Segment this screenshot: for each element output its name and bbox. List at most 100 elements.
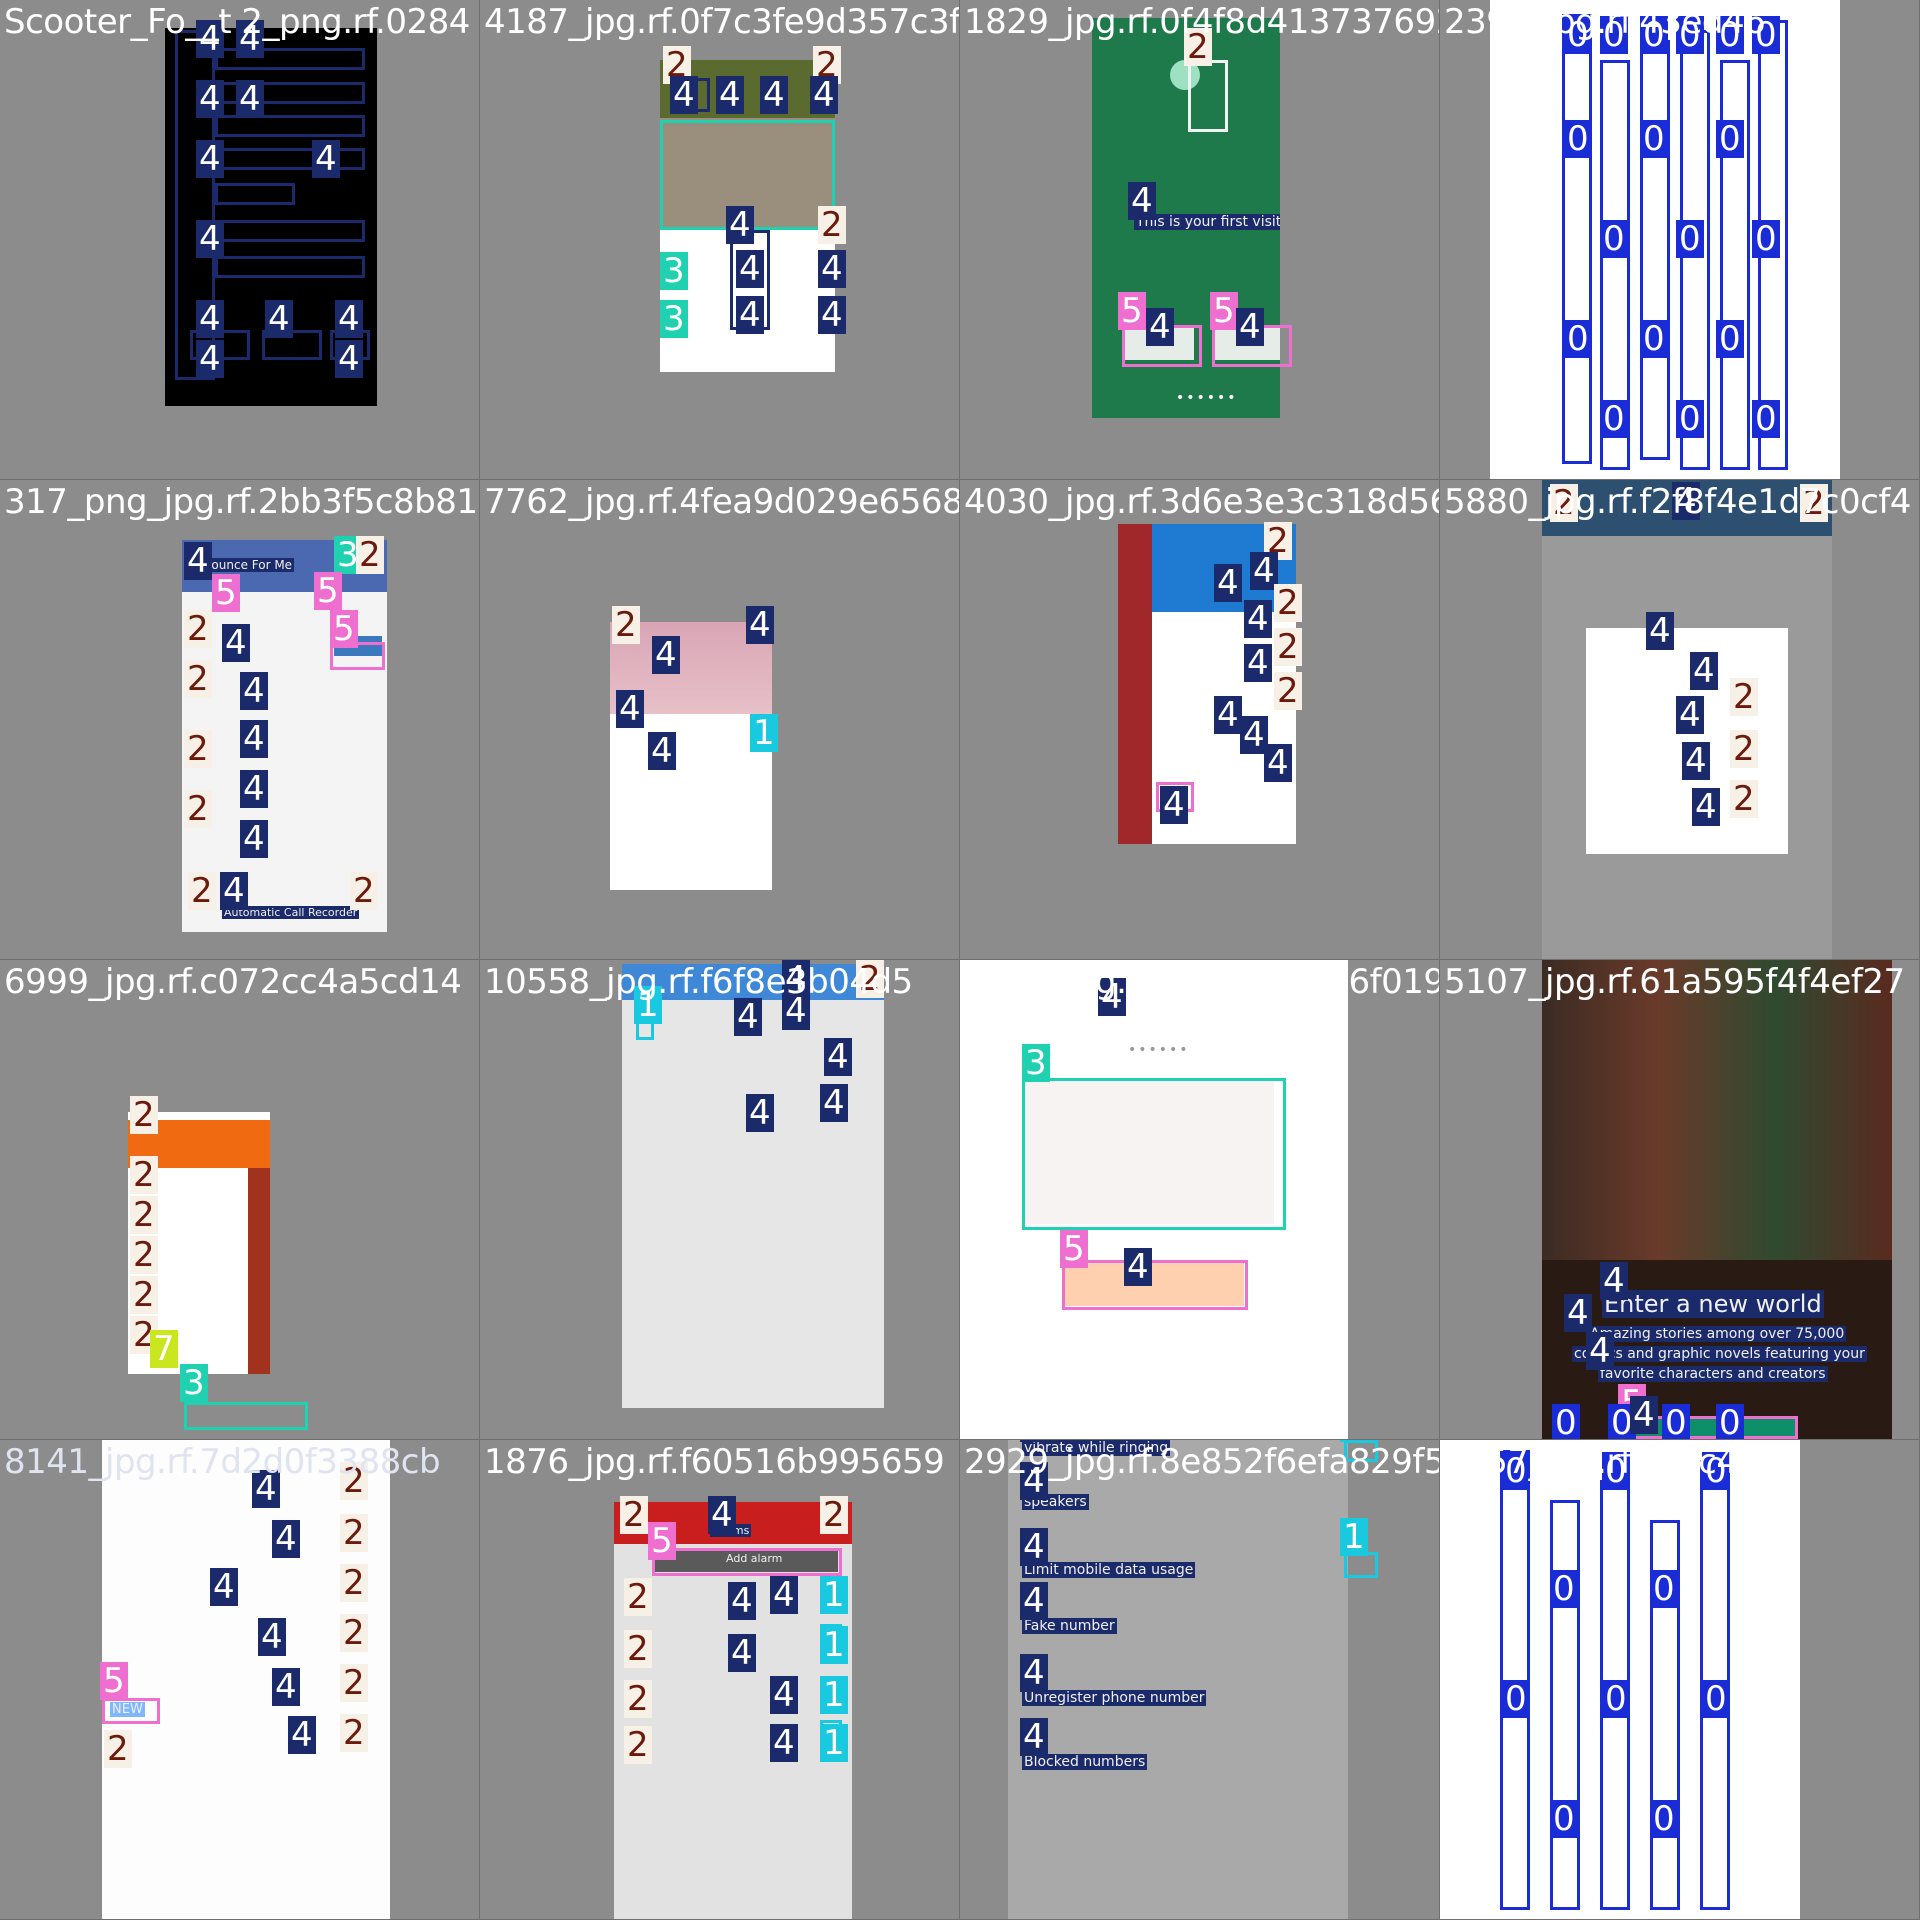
class-label-4: 4 — [1264, 744, 1292, 782]
class-label-3: 3 — [1022, 1044, 1050, 1082]
class-label-4: 4 — [818, 296, 846, 334]
class-label-4: 4 — [670, 76, 698, 114]
class-label-4: 4 — [222, 624, 250, 662]
class-label-4: 4 — [1600, 1262, 1628, 1300]
class-label-4: 4 — [1214, 564, 1242, 602]
class-label-4: 4 — [272, 1668, 300, 1706]
detection-box — [652, 1548, 842, 1576]
class-label-0: 0 — [1600, 220, 1628, 258]
detection-box — [215, 115, 365, 137]
class-label-2: 2 — [1730, 730, 1758, 768]
tile-filename: 8357_jpg.rf.aecc4 — [1444, 1442, 1738, 1482]
screenshot — [610, 622, 772, 890]
class-label-2: 2 — [184, 790, 212, 828]
class-label-5: 5 — [1210, 292, 1238, 330]
tile-filename: 5880_jpg.rf.f2f8f4e1d7c0cf4 — [1444, 482, 1911, 522]
class-label-2: 2 — [1730, 678, 1758, 716]
class-label-4: 4 — [760, 76, 788, 114]
left-cards — [1118, 524, 1152, 844]
class-label-4: 4 — [1244, 644, 1272, 682]
class-label-4: 4 — [652, 636, 680, 674]
class-label-0: 0 — [1716, 320, 1744, 358]
class-label-4: 4 — [258, 1618, 286, 1656]
class-label-0: 0 — [1650, 1570, 1678, 1608]
class-label-4: 4 — [1692, 788, 1720, 826]
class-label-2: 2 — [184, 610, 212, 648]
tile-filename: 2394_jpg.rf.43ed46 — [1444, 2, 1766, 42]
class-label-4: 4 — [716, 76, 744, 114]
class-label-0: 0 — [1564, 320, 1592, 358]
mosaic-tile-3: 1829_jpg.rf.0f4f8d4137376927c2 This is y… — [960, 0, 1439, 479]
class-label-4: 4 — [210, 1568, 238, 1606]
detection-box — [1188, 60, 1228, 132]
mosaic-tile-4: 2394_jpg.rf.43ed46 0 0 0 0 0 0 0 0 0 0 0… — [1440, 0, 1919, 479]
right-photos — [248, 1168, 270, 1374]
class-label-4: 4 — [824, 1038, 852, 1076]
class-label-4: 4 — [770, 1576, 798, 1614]
class-label-4: 4 — [240, 672, 268, 710]
class-label-4: 4 — [1676, 696, 1704, 734]
class-label-0: 0 — [1676, 400, 1704, 438]
class-label-4: 4 — [648, 732, 676, 770]
headline: Enter a new world — [1602, 1290, 1824, 1318]
detection-box — [1062, 1260, 1248, 1310]
class-label-2: 2 — [188, 872, 216, 910]
mosaic-tile-16: 8357_jpg.rf.aecc4 0 0 0 0 0 0 0 0 0 0 — [1440, 1440, 1919, 1919]
class-label-0: 0 — [1640, 120, 1668, 158]
class-label-2: 2 — [1274, 628, 1302, 666]
screenshot — [1008, 1440, 1348, 1919]
class-label-2: 2 — [104, 1730, 132, 1768]
class-label-2: 2 — [130, 1156, 158, 1194]
class-label-4: 4 — [1244, 600, 1272, 638]
class-label-4: 4 — [616, 690, 644, 728]
tile-filename: 7582_jpg.rf.d1925bba36f019 — [964, 962, 1439, 1002]
class-label-2: 2 — [350, 872, 378, 910]
detection-box — [1562, 14, 1592, 464]
class-label-5: 5 — [648, 1522, 676, 1560]
class-label-4: 4 — [240, 770, 268, 808]
new-badge: NEW — [110, 1702, 145, 1717]
mosaic-tile-15: 2929_jpg.rf.8e852f6efa829f5 vibrate whil… — [960, 1440, 1439, 1919]
class-label-0: 0 — [1550, 1570, 1578, 1608]
detection-box — [215, 220, 365, 242]
class-label-4: 4 — [288, 1716, 316, 1754]
class-label-4: 4 — [810, 76, 838, 114]
mosaic-tile-8: 5880_jpg.rf.f2f8f4e1d7c0cf4 2 4 2 4 4 2 … — [1440, 480, 1919, 959]
class-label-0: 0 — [1702, 1680, 1730, 1718]
detection-box — [1550, 1500, 1580, 1910]
class-label-4: 4 — [1690, 652, 1718, 690]
body-line-1: Amazing stories among over 75,000 — [1588, 1326, 1847, 1342]
class-label-0: 0 — [1550, 1800, 1578, 1838]
mosaic-tile-2: 4187_jpg.rf.0f7c3fe9d357c3f986aca 2 2 4 … — [480, 0, 959, 479]
setting-row-3[interactable]: Limit mobile data usage — [1022, 1562, 1196, 1578]
class-label-4: 4 — [1160, 786, 1188, 824]
detection-box — [1640, 40, 1670, 460]
class-label-2: 2 — [130, 1276, 158, 1314]
class-label-2: 2 — [820, 1496, 848, 1534]
page-indicator: •••••• — [1128, 1042, 1190, 1058]
tile-filename: 317_png_jpg.rf.2bb3f5c8b817 — [4, 482, 479, 522]
setting-row-5[interactable]: Unregister phone number — [1022, 1690, 1207, 1706]
class-label-7: 7 — [150, 1330, 178, 1368]
body-line-2: comics and graphic novels featuring your — [1572, 1346, 1867, 1362]
class-label-0: 0 — [1716, 1404, 1744, 1439]
class-label-2: 2 — [1274, 584, 1302, 622]
class-label-1: 1 — [750, 714, 778, 752]
class-label-4: 4 — [1146, 308, 1174, 346]
class-label-5: 5 — [1118, 292, 1146, 330]
class-label-4: 4 — [818, 250, 846, 288]
class-label-4: 4 — [240, 720, 268, 758]
mosaic-tile-14: 1876_jpg.rf.f60516b995659 alarms Add ala… — [480, 1440, 959, 1919]
class-label-0: 0 — [1564, 120, 1592, 158]
class-label-4: 4 — [196, 80, 224, 118]
class-label-0: 0 — [1752, 220, 1780, 258]
class-label-4: 4 — [1124, 1248, 1152, 1286]
detection-box — [215, 183, 295, 205]
class-label-2: 2 — [612, 606, 640, 644]
mosaic-tile-12: 5107_jpg.rf.61a595f4f4ef27 Enter a new w… — [1440, 960, 1919, 1439]
class-label-4: 4 — [736, 296, 764, 334]
class-label-0: 0 — [1662, 1404, 1690, 1439]
class-label-4: 4 — [220, 872, 248, 910]
tile-filename: 8141_jpg.rf.7d2d0f3388cb — [4, 1442, 441, 1482]
class-label-4: 4 — [746, 1094, 774, 1132]
